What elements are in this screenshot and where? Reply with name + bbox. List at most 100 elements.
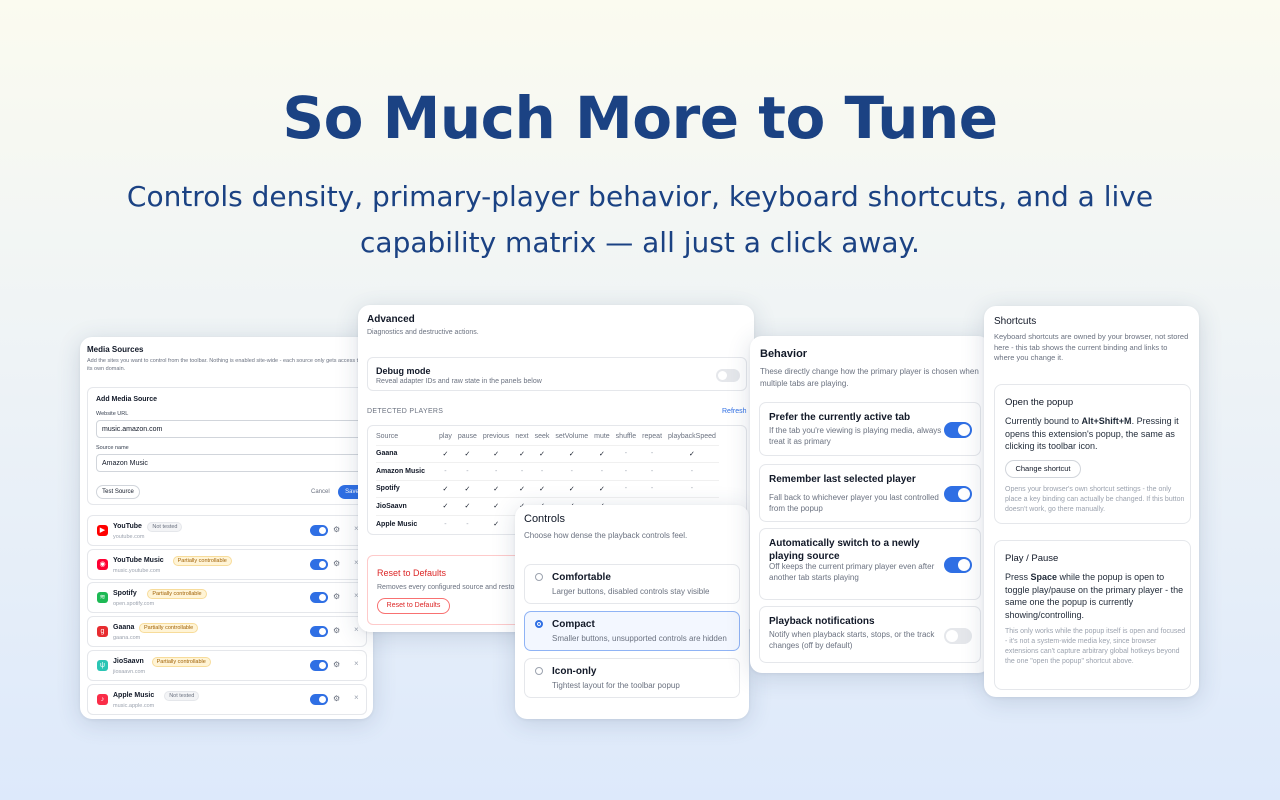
matrix-column-header: setVolume: [555, 433, 589, 441]
reset-defaults-button[interactable]: Reset to Defaults: [377, 598, 450, 614]
matrix-source-name: JioSaavn: [376, 497, 436, 515]
matrix-cell: ✓: [552, 444, 592, 463]
debug-mode-row: Debug mode Reveal adapter IDs and raw st…: [367, 357, 747, 391]
source-enable-toggle[interactable]: [310, 693, 328, 705]
setting-toggle[interactable]: [944, 422, 972, 438]
gear-icon[interactable]: ⚙: [333, 559, 340, 568]
play-pause-title: Play / Pause: [1005, 553, 1059, 564]
jiosaavn-icon: ψ: [97, 659, 108, 671]
source-row: ▶ YouTube youtube.com Not tested ⚙ ×: [87, 515, 367, 546]
matrix-cell: -: [436, 462, 455, 480]
matrix-cell: -: [591, 462, 613, 480]
setting-title: Automatically switch to a newly playing …: [769, 538, 920, 562]
density-option-icon-only[interactable]: Icon-only Tightest layout for the toolbar…: [524, 658, 740, 698]
matrix-column-header: shuffle: [615, 433, 637, 441]
gear-icon[interactable]: ⚙: [333, 525, 340, 534]
playpause-key: Space: [1030, 572, 1058, 582]
matrix-cell: -: [612, 479, 640, 498]
matrix-cell: ✓: [591, 444, 613, 463]
gear-icon[interactable]: ⚙: [333, 626, 340, 635]
source-enable-toggle[interactable]: [310, 558, 328, 570]
matrix-cell: -: [612, 444, 640, 463]
matrix-cell: -: [552, 462, 592, 480]
option-title: Icon-only: [552, 666, 597, 677]
setting-description: If the tab you're viewing is playing med…: [769, 426, 942, 446]
shortcuts-card: Shortcuts Keyboard shortcuts are owned b…: [984, 306, 1199, 697]
matrix-source-name: Amazon Music: [376, 462, 436, 480]
matrix-row: Gaana ✓ ✓ ✓ ✓ ✓ ✓ ✓ - - ✓: [376, 444, 719, 463]
matrix-cell: ✓: [436, 444, 455, 463]
density-option-comfortable[interactable]: Comfortable Larger buttons, disabled cont…: [524, 564, 740, 604]
website-url-input[interactable]: music.amazon.com: [96, 420, 368, 438]
matrix-cell: -: [436, 514, 455, 533]
hero-subtitle: Controls density, primary-player behavio…: [126, 180, 1154, 259]
setting-toggle[interactable]: [944, 627, 972, 644]
matrix-cell: ✓: [479, 444, 513, 463]
cancel-button[interactable]: Cancel: [311, 489, 330, 495]
debug-mode-toggle[interactable]: [716, 369, 740, 382]
gear-icon[interactable]: ⚙: [333, 592, 340, 601]
density-option-compact[interactable]: Compact Smaller buttons, unsupported cont…: [524, 611, 740, 651]
debug-mode-description: Reveal adapter IDs and raw state in the …: [376, 378, 542, 385]
source-row: ◉ YouTube Music music.youtube.com Partially…: [87, 548, 367, 580]
media-sources-description: Add the sites you want to control from t…: [87, 358, 362, 372]
gear-icon[interactable]: ⚙: [333, 660, 340, 669]
source-url: youtube.com: [113, 534, 145, 540]
change-shortcut-button[interactable]: Change shortcut: [1005, 460, 1081, 478]
matrix-row: Spotify ✓ ✓ ✓ ✓ ✓ ✓ ✓ - - -: [376, 479, 719, 498]
matrix-cell: ✓: [454, 479, 480, 498]
matrix-cell: ✓: [552, 479, 592, 498]
matrix-column-header: play: [439, 433, 452, 441]
gear-icon[interactable]: ⚙: [333, 694, 340, 703]
open-popup-section: Open the popup Currently bound to Alt+Sh…: [994, 384, 1191, 524]
test-source-button[interactable]: Test Source: [96, 485, 140, 499]
source-enable-toggle[interactable]: [310, 592, 328, 604]
popup-text-prefix: Currently bound to: [1005, 416, 1082, 426]
option-description: Smaller buttons, unsupported controls ar…: [552, 634, 727, 643]
controls-description: Choose how dense the playback controls f…: [524, 531, 688, 540]
close-icon[interactable]: ×: [354, 693, 359, 702]
setting-toggle[interactable]: [944, 486, 972, 502]
source-name-input[interactable]: Amazon Music: [96, 454, 368, 472]
reset-section: Reset to Defaults Removes every configur…: [367, 555, 527, 625]
source-enable-toggle[interactable]: [310, 659, 328, 671]
close-icon[interactable]: ×: [354, 659, 359, 668]
radio-button[interactable]: [535, 573, 543, 581]
matrix-cell: ✓: [479, 497, 513, 515]
spotify-icon: ≋: [97, 592, 108, 604]
matrix-row: Amazon Music - - - - - - - - - -: [376, 462, 719, 480]
matrix-column-header: pause: [457, 433, 477, 441]
add-source-title: Add Media Source: [96, 396, 158, 403]
matrix-cell: -: [639, 444, 666, 463]
controls-title: Controls: [524, 513, 565, 525]
matrix-cell: -: [665, 479, 719, 498]
status-badge: Partially controllable: [139, 623, 199, 634]
refresh-link[interactable]: Refresh: [722, 408, 747, 415]
matrix-cell: ✓: [591, 479, 613, 498]
matrix-cell: -: [639, 479, 666, 498]
status-badge: Not tested: [147, 522, 183, 532]
matrix-cell: ✓: [512, 444, 532, 463]
source-enable-toggle[interactable]: [310, 525, 328, 536]
source-row: g Gaana gaana.com Partially controllable ⚙ ×: [87, 616, 367, 648]
source-name: Gaana: [113, 624, 135, 632]
radio-button[interactable]: [535, 667, 543, 675]
source-name: Spotify: [113, 590, 137, 598]
source-name-label: Source name: [96, 445, 129, 451]
behavior-title: Behavior: [760, 348, 808, 360]
source-name: JioSaavn: [113, 657, 144, 665]
matrix-source-name: Apple Music: [376, 514, 436, 533]
option-description: Larger buttons, disabled controls stay v…: [552, 587, 710, 596]
behavior-setting: Automatically switch to a newly playing …: [759, 528, 981, 600]
close-icon[interactable]: ×: [354, 625, 359, 634]
setting-toggle[interactable]: [944, 557, 972, 573]
setting-title: Playback notifications: [769, 616, 875, 627]
matrix-cell: -: [612, 462, 640, 480]
add-source-form: Add Media Source Website URL music.amazo…: [87, 387, 373, 505]
radio-button[interactable]: [535, 620, 543, 628]
open-popup-text: Currently bound to Alt+Shift+M. Pressing…: [1005, 415, 1185, 453]
behavior-setting: Playback notifications Notify when playba…: [759, 606, 981, 663]
youtube-icon: ▶: [97, 525, 108, 536]
matrix-cell: -: [454, 514, 480, 533]
source-enable-toggle[interactable]: [310, 626, 328, 638]
